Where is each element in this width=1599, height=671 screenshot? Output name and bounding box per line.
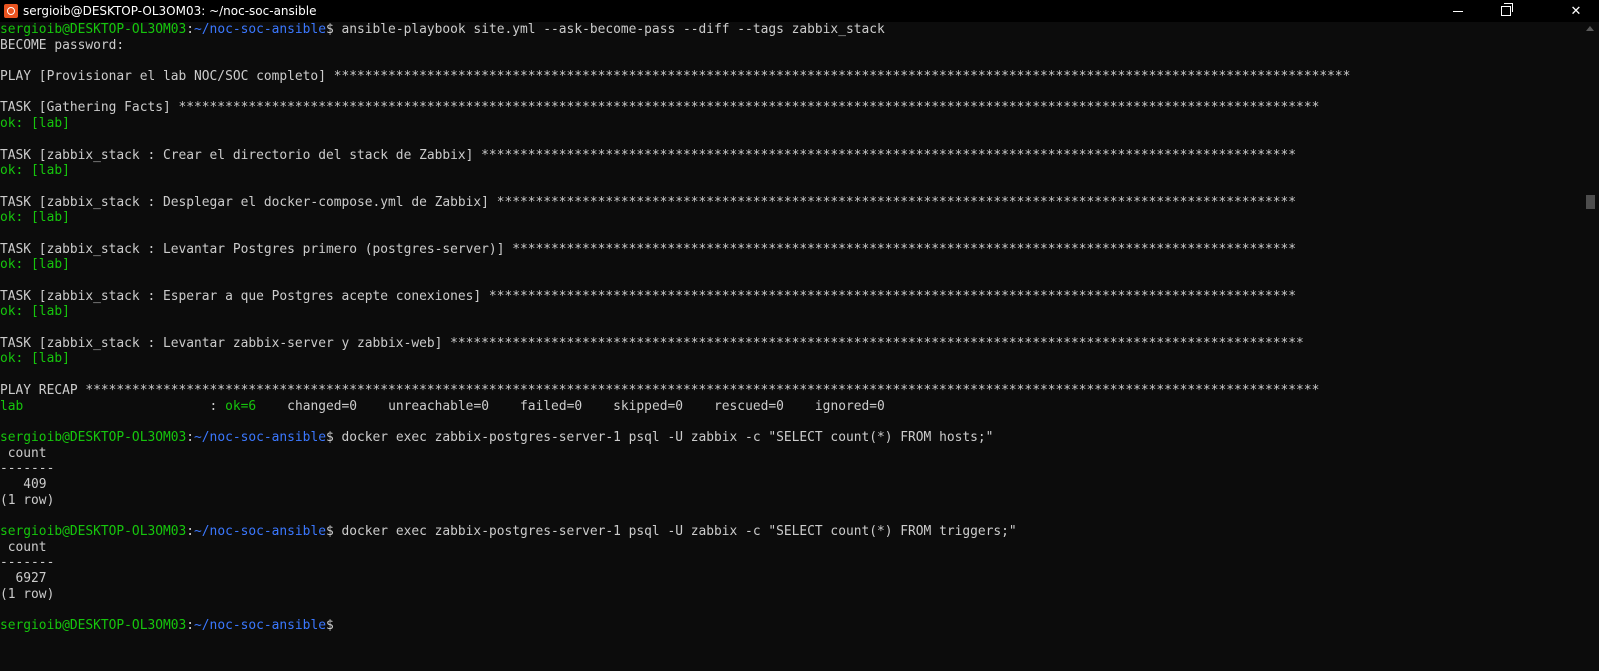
- terminal-line: count: [0, 446, 1580, 462]
- terminal-line: -------: [0, 461, 1580, 477]
- task-status-ok: ok: [lab]: [0, 210, 70, 226]
- restore-button[interactable]: [1483, 0, 1529, 22]
- restore-icon: [1501, 3, 1513, 16]
- recap-row: lab : ok=6 changed=0 unreachable=0 faile…: [0, 399, 1580, 415]
- prompt-symbol: $: [325, 22, 334, 37]
- ubuntu-icon[interactable]: [4, 4, 18, 18]
- terminal-window: sergioib@DESKTOP-OL3OM03: ~/noc-soc-ansi…: [0, 0, 1599, 671]
- task-status-ok: ok: [lab]: [0, 163, 70, 179]
- scroll-up-arrow-icon[interactable]: [1586, 26, 1594, 31]
- terminal-line: ok: [lab]: [0, 210, 1580, 226]
- terminal-line: PLAY [Provisionar el lab NOC/SOC complet…: [0, 69, 1580, 85]
- terminal-line: (1 row): [0, 493, 1580, 509]
- terminal-line: BECOME password:: [0, 38, 1580, 54]
- prompt-separator: :: [186, 429, 195, 445]
- play-header: PLAY RECAP *****************************…: [0, 382, 1320, 398]
- prompt-separator: :: [186, 22, 195, 37]
- task-status-ok: ok: [lab]: [0, 257, 70, 273]
- title-bar[interactable]: sergioib@DESKTOP-OL3OM03: ~/noc-soc-ansi…: [0, 0, 1599, 22]
- prompt-symbol: $: [325, 618, 334, 634]
- prompt-path: ~/noc-soc-ansible: [194, 22, 326, 37]
- play-header: TASK [zabbix_stack : Desplegar el docker…: [0, 194, 1297, 210]
- terminal-line: sergioib@DESKTOP-OL3OM03:~/noc-soc-ansib…: [0, 22, 1580, 38]
- play-header: PLAY [Provisionar el lab NOC/SOC complet…: [0, 69, 1351, 85]
- task-status-ok: ok: [lab]: [0, 304, 70, 320]
- prompt-user-host: sergioib@DESKTOP-OL3OM03: [0, 524, 187, 539]
- output-text: (1 row): [0, 586, 55, 602]
- terminal-line: ok: [lab]: [0, 257, 1580, 273]
- output-text: -------: [0, 555, 55, 571]
- prompt-separator: :: [186, 618, 195, 634]
- command-text: ansible-playbook site.yml --ask-become-p…: [333, 22, 885, 37]
- prompt-path: ~/noc-soc-ansible: [194, 429, 326, 445]
- recap-ok-count: ok=6: [225, 398, 257, 414]
- terminal-line: ok: [lab]: [0, 116, 1580, 132]
- vertical-scrollbar[interactable]: [1582, 22, 1599, 671]
- prompt-user-host: sergioib@DESKTOP-OL3OM03: [0, 22, 187, 37]
- command-text: docker exec zabbix-postgres-server-1 psq…: [333, 524, 1017, 539]
- recap-host: lab: [0, 398, 24, 414]
- prompt-separator: :: [186, 524, 195, 539]
- output-text: 6927: [0, 571, 47, 587]
- play-header: TASK [zabbix_stack : Esperar a que Postg…: [0, 288, 1297, 304]
- play-header: TASK [zabbix_stack : Levantar zabbix-ser…: [0, 335, 1304, 351]
- terminal-line: ok: [lab]: [0, 351, 1580, 367]
- prompt-symbol: $: [325, 429, 334, 445]
- output-text: (1 row): [0, 492, 55, 508]
- command-text: docker exec zabbix-postgres-server-1 psq…: [333, 429, 994, 445]
- terminal-line: count: [0, 540, 1580, 556]
- play-header: TASK [zabbix_stack : Levantar Postgres p…: [0, 241, 1297, 257]
- terminal-line: TASK [zabbix_stack : Esperar a que Postg…: [0, 289, 1580, 305]
- prompt-symbol: $: [325, 524, 334, 539]
- terminal-output[interactable]: sergioib@DESKTOP-OL3OM03:~/noc-soc-ansib…: [0, 22, 1580, 671]
- output-text: BECOME password:: [0, 37, 125, 53]
- terminal-line: sergioib@DESKTOP-OL3OM03:~/noc-soc-ansib…: [0, 524, 1580, 540]
- prompt-path: ~/noc-soc-ansible: [194, 524, 326, 539]
- minimize-button[interactable]: [1435, 0, 1481, 22]
- terminal-line: 409: [0, 477, 1580, 493]
- terminal-line: ok: [lab]: [0, 304, 1580, 320]
- output-text: 409: [0, 476, 47, 492]
- terminal-line: TASK [zabbix_stack : Levantar zabbix-ser…: [0, 336, 1580, 352]
- window-title: sergioib@DESKTOP-OL3OM03: ~/noc-soc-ansi…: [23, 4, 317, 18]
- terminal-line: (1 row): [0, 587, 1580, 603]
- prompt-user-host: sergioib@DESKTOP-OL3OM03: [0, 429, 187, 445]
- play-header: TASK [zabbix_stack : Crear el directorio…: [0, 147, 1297, 163]
- terminal-line: 6927: [0, 571, 1580, 587]
- task-status-ok: ok: [lab]: [0, 116, 70, 132]
- terminal-line: -------: [0, 555, 1580, 571]
- output-text: count: [0, 445, 47, 461]
- terminal-line: TASK [zabbix_stack : Crear el directorio…: [0, 148, 1580, 164]
- terminal-line: sergioib@DESKTOP-OL3OM03:~/noc-soc-ansib…: [0, 430, 1580, 446]
- task-status-ok: ok: [lab]: [0, 351, 70, 367]
- terminal-line: TASK [zabbix_stack : Levantar Postgres p…: [0, 242, 1580, 258]
- close-icon: ✕: [1570, 3, 1582, 19]
- terminal-line: sergioib@DESKTOP-OL3OM03:~/noc-soc-ansib…: [0, 618, 1580, 634]
- terminal-line: ok: [lab]: [0, 163, 1580, 179]
- recap-counts: changed=0 unreachable=0 failed=0 skipped…: [256, 398, 885, 414]
- minimize-icon: [1453, 10, 1463, 12]
- scrollbar-thumb[interactable]: [1586, 195, 1595, 209]
- output-text: -------: [0, 461, 55, 477]
- recap-padding: :: [23, 398, 226, 414]
- terminal-line: TASK [Gathering Facts] *****************…: [0, 100, 1580, 116]
- prompt-user-host: sergioib@DESKTOP-OL3OM03: [0, 618, 187, 634]
- prompt-path: ~/noc-soc-ansible: [194, 618, 326, 634]
- close-button[interactable]: ✕: [1553, 0, 1599, 22]
- play-header: TASK [Gathering Facts] *****************…: [0, 100, 1320, 116]
- output-text: count: [0, 539, 47, 555]
- terminal-line: PLAY RECAP *****************************…: [0, 383, 1580, 399]
- terminal-line: TASK [zabbix_stack : Desplegar el docker…: [0, 195, 1580, 211]
